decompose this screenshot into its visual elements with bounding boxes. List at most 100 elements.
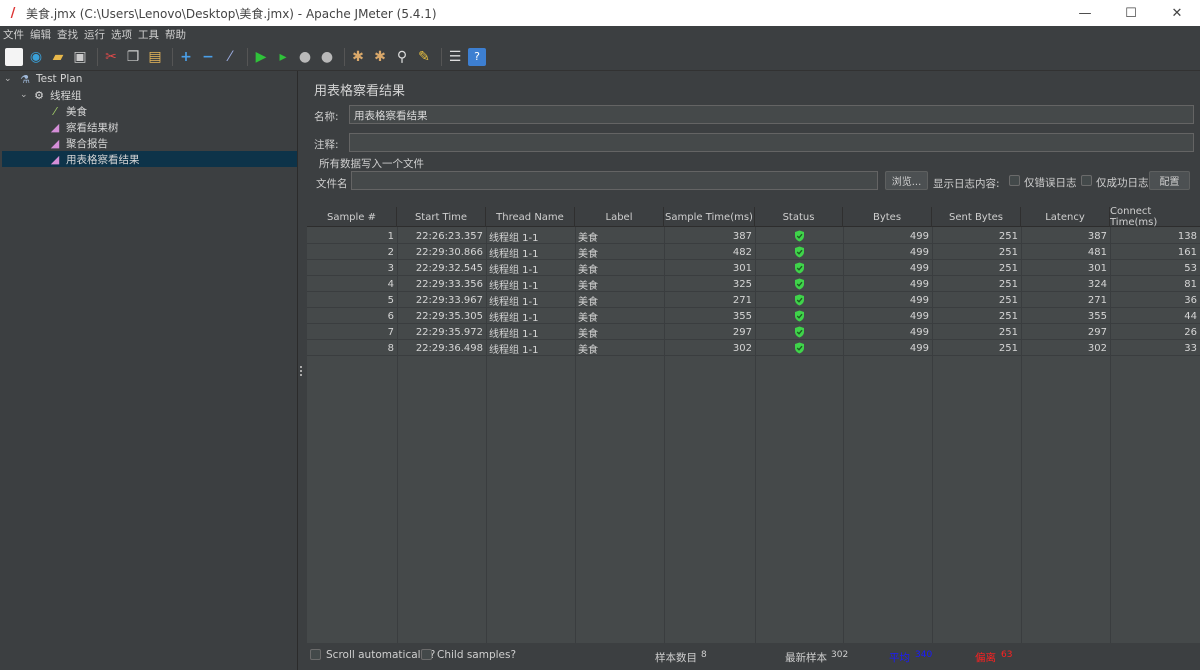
table-row[interactable]: 4 22:29:33.356 线程组 1-1 美食 325 499 251 32… xyxy=(307,276,1200,292)
tree-node-view-results-tree[interactable]: ◢ 察看结果树 xyxy=(48,119,119,135)
templates-icon[interactable]: ◉ xyxy=(27,48,45,66)
column-header-sample-time[interactable]: Sample Time(ms) xyxy=(664,207,755,227)
column-header-sent-bytes[interactable]: Sent Bytes xyxy=(932,207,1021,227)
column-header-sample[interactable]: Sample # xyxy=(307,207,397,227)
cell-sample: 2 xyxy=(387,246,394,258)
open-icon[interactable]: ▰ xyxy=(49,48,67,66)
column-header-connect-time[interactable]: Connect Time(ms) xyxy=(1110,206,1200,228)
cell-start-time: 22:29:35.972 xyxy=(415,326,483,338)
toolbar-separator xyxy=(441,47,442,66)
stop-icon[interactable]: ● xyxy=(296,48,314,66)
tree-node-thread-group[interactable]: ⚙ 线程组 xyxy=(32,87,81,103)
paste-icon[interactable]: ▤ xyxy=(146,48,164,66)
column-header-latency[interactable]: Latency xyxy=(1021,207,1110,227)
reset-search-icon[interactable]: ✎ xyxy=(415,48,433,66)
menu-options[interactable]: 选项 xyxy=(111,27,132,42)
copy-icon[interactable]: ❐ xyxy=(124,48,142,66)
table-row[interactable]: 8 22:29:36.498 线程组 1-1 美食 302 499 251 30… xyxy=(307,340,1200,356)
success-shield-icon xyxy=(794,246,805,258)
save-icon[interactable]: ▣ xyxy=(71,48,89,66)
new-icon[interactable] xyxy=(5,47,23,66)
name-field[interactable]: 用表格察看结果 xyxy=(349,105,1194,124)
toggle-icon[interactable]: ⁄ xyxy=(221,48,239,66)
function-helper-icon[interactable]: ☰ xyxy=(446,48,464,66)
column-header-bytes[interactable]: Bytes xyxy=(843,207,932,227)
clear-all-icon[interactable]: ✱ xyxy=(371,48,389,66)
toolbar-separator xyxy=(97,47,98,66)
tree-node-view-results-table[interactable]: ◢ 用表格察看结果 xyxy=(2,151,297,167)
child-samples-checkbox[interactable] xyxy=(421,649,432,660)
table-row[interactable]: 5 22:29:33.967 线程组 1-1 美食 271 499 251 27… xyxy=(307,292,1200,308)
success-only-checkbox[interactable] xyxy=(1081,175,1092,186)
tree-node-label: 察看结果树 xyxy=(66,121,119,134)
menu-tools[interactable]: 工具 xyxy=(138,27,159,42)
menu-help[interactable]: 帮助 xyxy=(165,27,186,42)
toolbar-separator xyxy=(172,47,173,66)
filename-field[interactable] xyxy=(351,171,878,190)
chart-icon: ◢ xyxy=(50,136,60,150)
start-no-pause-icon[interactable]: ▸ xyxy=(274,48,292,66)
cell-latency: 297 xyxy=(1087,326,1107,338)
success-shield-icon xyxy=(794,278,805,290)
latest-sample-value: 302 xyxy=(831,650,849,660)
expand-icon[interactable]: + xyxy=(177,48,195,66)
shutdown-icon[interactable]: ● xyxy=(318,48,336,66)
errors-only-checkbox[interactable] xyxy=(1009,175,1020,186)
table-row[interactable]: 2 22:29:30.866 线程组 1-1 美食 482 499 251 48… xyxy=(307,244,1200,260)
table-row[interactable]: 7 22:29:35.972 线程组 1-1 美食 297 499 251 29… xyxy=(307,324,1200,340)
splitter-grip-icon[interactable] xyxy=(300,366,302,376)
collapse-arrow-icon[interactable]: ⌄ xyxy=(20,90,28,100)
configure-button[interactable]: 配置 xyxy=(1149,171,1190,190)
tree-node-label: Test Plan xyxy=(36,73,83,85)
column-header-status[interactable]: Status xyxy=(755,207,843,227)
table-row[interactable]: 1 22:26:23.357 线程组 1-1 美食 387 499 251 38… xyxy=(307,228,1200,244)
menu-bar: 文件 编辑 查找 运行 选项 工具 帮助 xyxy=(0,26,1200,43)
menu-run[interactable]: 运行 xyxy=(84,27,105,42)
cell-sample-time: 271 xyxy=(732,294,752,306)
column-header-start-time[interactable]: Start Time xyxy=(397,207,486,227)
cell-sample: 4 xyxy=(387,278,394,290)
column-header-thread-name[interactable]: Thread Name xyxy=(486,207,575,227)
chart-icon: ◢ xyxy=(50,152,60,166)
menu-file[interactable]: 文件 xyxy=(3,27,24,42)
start-icon[interactable]: ▶ xyxy=(252,48,270,66)
deviation-label: 偏离 xyxy=(975,652,996,664)
tree-node-aggregate-report[interactable]: ◢ 聚合报告 xyxy=(48,135,108,151)
file-section-title: 所有数据写入一个文件 xyxy=(319,158,424,170)
tree-node-http-sampler[interactable]: ⁄ 美食 xyxy=(48,103,87,119)
gear-icon: ⚙ xyxy=(34,88,44,102)
column-header-label[interactable]: Label xyxy=(575,207,664,227)
cut-icon[interactable]: ✂ xyxy=(102,48,120,66)
maximize-button[interactable]: ☐ xyxy=(1108,0,1154,26)
minimize-button[interactable]: — xyxy=(1062,0,1108,26)
clear-icon[interactable]: ✱ xyxy=(349,48,367,66)
help-icon[interactable]: ? xyxy=(468,47,486,66)
tree-node-test-plan[interactable]: ⚗ Test Plan xyxy=(18,71,82,87)
cell-sample-time: 355 xyxy=(732,310,752,322)
cell-thread-name: 线程组 1-1 xyxy=(489,248,539,260)
table-header: Sample # Start Time Thread Name Label Sa… xyxy=(307,206,1200,228)
search-icon[interactable]: ⚲ xyxy=(393,48,411,66)
browse-button[interactable]: 浏览... xyxy=(885,171,928,190)
cell-label: 美食 xyxy=(578,312,598,324)
scroll-automatically-checkbox[interactable] xyxy=(310,649,321,660)
success-shield-icon xyxy=(794,230,805,242)
cell-sample: 3 xyxy=(387,262,394,274)
close-button[interactable]: ✕ xyxy=(1154,0,1200,26)
test-plan-tree: ⌄ ⚗ Test Plan ⌄ ⚙ 线程组 ⁄ 美食 ◢ 察看结果树 ◢ 聚合报… xyxy=(0,71,298,670)
panel-title: 用表格察看结果 xyxy=(314,84,406,99)
menu-edit[interactable]: 编辑 xyxy=(30,27,51,42)
table-row[interactable]: 6 22:29:35.305 线程组 1-1 美食 355 499 251 35… xyxy=(307,308,1200,324)
log-content-label: 显示日志内容: xyxy=(933,178,1000,190)
pipette-icon: ⁄ xyxy=(54,104,56,118)
cell-start-time: 22:29:36.498 xyxy=(415,342,483,354)
window-title: 美食.jmx (C:\Users\Lenovo\Desktop\美食.jmx) … xyxy=(26,6,437,21)
cell-status xyxy=(755,324,843,340)
latest-sample-label: 最新样本 xyxy=(785,652,827,664)
comment-field[interactable] xyxy=(349,133,1194,152)
success-shield-icon xyxy=(794,326,805,338)
menu-search[interactable]: 查找 xyxy=(57,27,78,42)
table-row[interactable]: 3 22:29:32.545 线程组 1-1 美食 301 499 251 30… xyxy=(307,260,1200,276)
collapse-icon[interactable]: − xyxy=(199,48,217,66)
collapse-arrow-icon[interactable]: ⌄ xyxy=(4,74,12,84)
